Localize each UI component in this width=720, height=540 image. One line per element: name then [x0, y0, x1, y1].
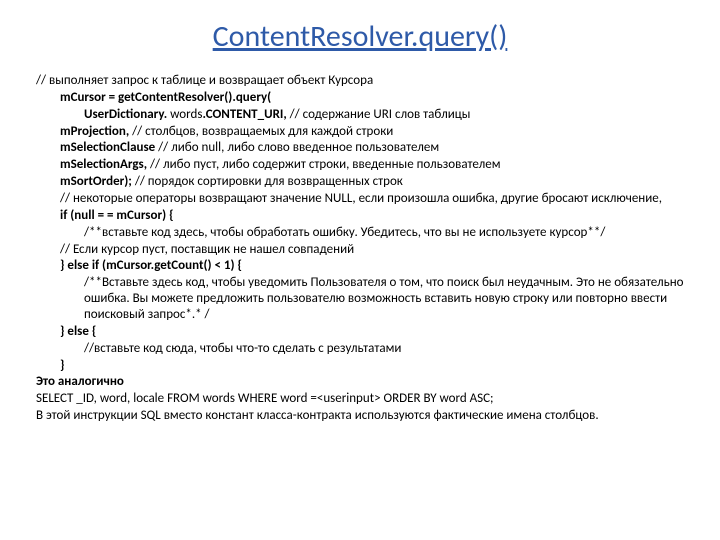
code-text: // столбцов, возвращаемых для каждой стр… [129, 124, 393, 139]
code-line: UserDictionary. words.CONTENT_URI, // со… [36, 107, 684, 123]
code-line: mSelectionClause // либо null, либо слов… [36, 140, 684, 156]
code-bold: } else { [60, 324, 96, 339]
code-text: /**вставьте код здесь, чтобы обработать … [84, 225, 605, 240]
code-bold: mSelectionArgs, [60, 157, 147, 172]
code-bold: if (null = = mCursor) { [60, 208, 174, 223]
code-line: if (null = = mCursor) { [36, 208, 684, 224]
code-line: mCursor = getContentResolver().query( [36, 90, 684, 106]
code-line: } [36, 358, 684, 374]
code-line: /**вставьте код здесь, чтобы обработать … [36, 225, 684, 241]
code-text: // порядок сортировки для возвращенных с… [132, 174, 403, 189]
code-line: } else { [36, 324, 684, 340]
code-text: /**Вставьте здесь код, чтобы уведомить П… [84, 275, 684, 322]
code-line: mSelectionArgs, // либо пуст, либо содер… [36, 157, 684, 173]
code-line: mProjection, // столбцов, возвращаемых д… [36, 124, 684, 140]
code-text: // либо null, либо слово введенное польз… [155, 140, 439, 155]
code-bold: .CONTENT_URI, [202, 107, 286, 122]
code-line: // некоторые операторы возвращают значен… [36, 191, 684, 207]
code-bold: UserDictionary. [84, 107, 167, 122]
slide-title: ContentResolver.query() [36, 18, 684, 55]
code-text: // либо пуст, либо содержит строки, введ… [147, 157, 500, 172]
text-bold: Это аналогично [36, 374, 124, 389]
text-line: В этой инструкции SQL вместо констант кл… [36, 408, 684, 424]
code-text: words [167, 107, 202, 122]
text-line: Это аналогично [36, 374, 684, 390]
code-bold: mSelectionClause [60, 140, 155, 155]
code-line: // выполняет запрос к таблице и возвраща… [36, 73, 684, 89]
code-bold: } else if (mCursor.getCount() < 1) { [60, 258, 242, 273]
code-bold: } [60, 358, 64, 373]
code-line: // Если курсор пуст, поставщик не нашел … [36, 242, 684, 258]
code-line: mSortOrder); // порядок сортировки для в… [36, 174, 684, 190]
code-text: // содержание URI слов таблицы [287, 107, 471, 122]
slide-body: // выполняет запрос к таблице и возвраща… [36, 73, 684, 424]
code-bold: mSortOrder); [60, 174, 132, 189]
code-bold: mProjection, [60, 124, 129, 139]
text-line: SELECT _ID, word, locale FROM words WHER… [36, 391, 684, 407]
code-line: //вставьте код сюда, чтобы что-то сделат… [36, 341, 684, 357]
code-bold: mCursor = getContentResolver().query( [60, 90, 271, 105]
code-line: /**Вставьте здесь код, чтобы уведомить П… [36, 275, 684, 323]
code-line: } else if (mCursor.getCount() < 1) { [36, 258, 684, 274]
